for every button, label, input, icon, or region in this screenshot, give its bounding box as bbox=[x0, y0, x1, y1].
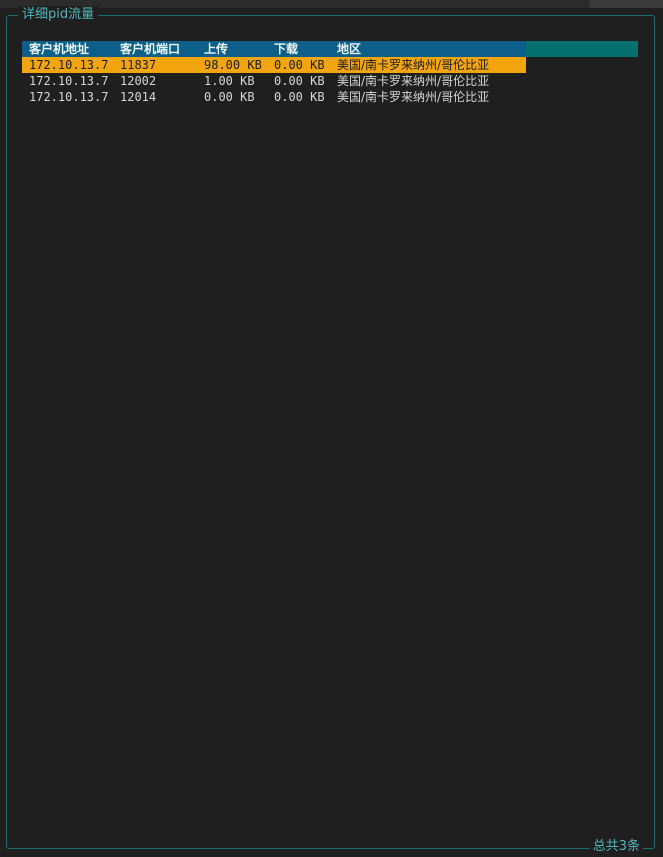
cell-download: 0.00 KB bbox=[274, 58, 325, 72]
table-header-row: 客户机地址 客户机端口 上传 下载 地区 bbox=[22, 41, 638, 57]
cell-client-address: 172.10.13.7 bbox=[29, 58, 109, 72]
pid-traffic-panel bbox=[6, 15, 655, 849]
cell-upload: 1.00 KB bbox=[204, 74, 255, 88]
cell-region: 美国/南卡罗来纳州/哥伦比亚 bbox=[337, 90, 490, 104]
table-row[interactable]: 172.10.13.7 11837 98.00 KB 0.00 KB 美国/南卡… bbox=[22, 57, 638, 73]
record-count: 总共3条 bbox=[589, 838, 643, 856]
traffic-table: 客户机地址 客户机端口 上传 下载 地区 172.10.13.7 11837 9… bbox=[22, 41, 638, 105]
panel-title: 详细pid流量 bbox=[18, 6, 99, 24]
cell-client-address: 172.10.13.7 bbox=[29, 74, 109, 88]
table-row[interactable]: 172.10.13.7 12014 0.00 KB 0.00 KB 美国/南卡罗… bbox=[22, 89, 638, 105]
window-top-strip-tab bbox=[589, 0, 663, 8]
cell-download: 0.00 KB bbox=[274, 74, 325, 88]
table-row[interactable]: 172.10.13.7 12002 1.00 KB 0.00 KB 美国/南卡罗… bbox=[22, 73, 638, 89]
cell-download: 0.00 KB bbox=[274, 90, 325, 104]
column-header-client-port[interactable]: 客户机端口 bbox=[120, 41, 180, 57]
column-header-client-address[interactable]: 客户机地址 bbox=[29, 41, 89, 57]
column-header-upload[interactable]: 上传 bbox=[204, 41, 228, 57]
column-header-download[interactable]: 下载 bbox=[274, 41, 298, 57]
cell-client-port: 12002 bbox=[120, 74, 157, 88]
column-header-region[interactable]: 地区 bbox=[337, 41, 361, 57]
cell-client-address: 172.10.13.7 bbox=[29, 90, 109, 104]
cell-client-port: 11837 bbox=[120, 58, 157, 72]
window-top-strip bbox=[0, 0, 663, 8]
cell-region: 美国/南卡罗来纳州/哥伦比亚 bbox=[337, 58, 490, 72]
cell-client-port: 12014 bbox=[120, 90, 157, 104]
cell-region: 美国/南卡罗来纳州/哥伦比亚 bbox=[337, 74, 490, 88]
cell-upload: 98.00 KB bbox=[204, 58, 262, 72]
cell-upload: 0.00 KB bbox=[204, 90, 255, 104]
